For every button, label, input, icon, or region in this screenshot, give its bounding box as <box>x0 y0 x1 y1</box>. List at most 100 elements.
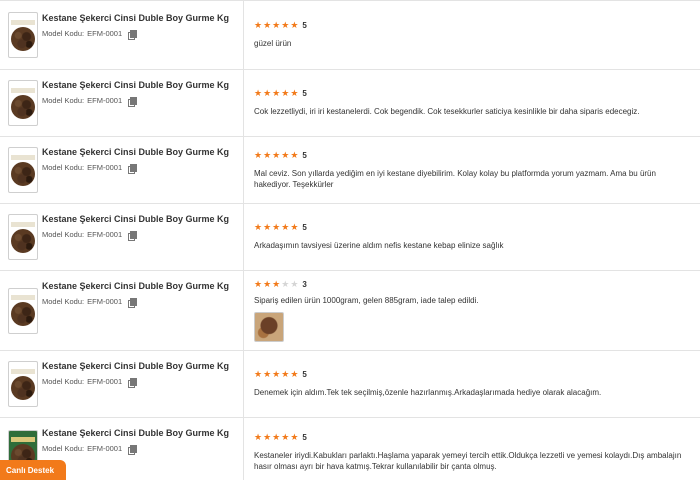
reviews-table: Kestane Şekerci Cinsi Duble Boy Gurme Kg… <box>0 0 700 480</box>
star-icon: ★ <box>272 222 281 232</box>
review-row: Kestane Şekerci Cinsi Duble Boy Gurme Kg… <box>0 70 700 137</box>
star-icon: ★ <box>272 88 281 98</box>
star-icon: ★ <box>254 369 263 379</box>
product-title[interactable]: Kestane Şekerci Cinsi Duble Boy Gurme Kg <box>42 80 229 90</box>
copy-icon[interactable] <box>128 163 138 174</box>
rating: ★ ★ ★ ★ ★ 5 <box>254 370 700 380</box>
star-icon: ★ <box>263 369 272 379</box>
review-row: Kestane Şekerci Cinsi Duble Boy Gurme Kg… <box>0 418 700 480</box>
model-code: Model Kodu: EFM-0001 <box>42 444 229 455</box>
product-title[interactable]: Kestane Şekerci Cinsi Duble Boy Gurme Kg <box>42 281 229 291</box>
product-thumbnail[interactable] <box>8 361 38 407</box>
product-thumbnail[interactable] <box>8 214 38 260</box>
rating: ★ ★ ★ ★ ★ 3 <box>254 278 700 289</box>
review-cell: ★ ★ ★ ★ ★ 5 güzel ürün <box>244 1 700 69</box>
star-icon: ★ <box>290 369 299 379</box>
star-icon: ★ <box>281 149 290 160</box>
product-cell: Kestane Şekerci Cinsi Duble Boy Gurme Kg… <box>0 70 244 136</box>
product-title[interactable]: Kestane Şekerci Cinsi Duble Boy Gurme Kg <box>42 13 229 23</box>
copy-icon[interactable] <box>128 96 138 107</box>
model-code: Model Kodu: EFM-0001 <box>42 377 229 388</box>
review-comment: Sipariş edilen ürün 1000gram, gelen 885g… <box>254 295 479 305</box>
product-title[interactable]: Kestane Şekerci Cinsi Duble Boy Gurme Kg <box>42 147 229 157</box>
star-icon: ★ <box>281 369 290 379</box>
live-support-button[interactable]: Canlı Destek <box>0 460 66 480</box>
model-code: Model Kodu: EFM-0001 <box>42 230 229 241</box>
product-cell: Kestane Şekerci Cinsi Duble Boy Gurme Kg… <box>0 204 244 270</box>
star-icon: ★ <box>254 149 263 160</box>
star-icon: ★ <box>254 222 263 232</box>
product-thumbnail[interactable] <box>8 287 38 334</box>
star-icon: ★ <box>272 20 281 30</box>
review-cell: ★ ★ ★ ★ ★ 5 Kestaneler iriydi.Kabukları parla… <box>244 418 700 480</box>
review-cell: ★ ★ ★ ★ ★ 5 Mal ceviz. Son yıllarda yediğim e… <box>244 137 700 203</box>
model-code: Model Kodu: EFM-0001 <box>42 29 229 40</box>
review-cell: ★ ★ ★ ★ ★ 5 Arkadaşımın tavsiyesi üzerine ald… <box>244 204 700 270</box>
star-icon: ★ <box>272 432 281 442</box>
product-cell: Kestane Şekerci Cinsi Duble Boy Gurme Kg… <box>0 137 244 203</box>
star-rating: ★ ★ ★ ★ ★ <box>254 149 298 160</box>
rating-value: 5 <box>302 370 307 379</box>
rating-value: 5 <box>302 21 307 30</box>
rating: ★ ★ ★ ★ ★ 5 <box>254 89 700 99</box>
star-icon: ★ <box>290 20 299 30</box>
star-icon: ★ <box>281 88 290 98</box>
review-cell: ★ ★ ★ ★ ★ 5 Cok lezzetliydi, iri iri kestanel… <box>244 70 700 136</box>
star-icon: ★ <box>263 278 272 289</box>
review-photo[interactable] <box>254 311 284 342</box>
star-icon: ★ <box>254 278 263 289</box>
star-icon: ★ <box>281 278 290 289</box>
star-icon: ★ <box>263 222 272 232</box>
star-icon: ★ <box>254 20 263 30</box>
rating: ★ ★ ★ ★ ★ 5 <box>254 223 700 233</box>
product-cell: Kestane Şekerci Cinsi Duble Boy Gurme Kg… <box>0 1 244 69</box>
product-title[interactable]: Kestane Şekerci Cinsi Duble Boy Gurme Kg <box>42 428 229 438</box>
review-cell: ★ ★ ★ ★ ★ 5 Denemek için aldım.Tek tek seçilm… <box>244 351 700 417</box>
rating-value: 5 <box>302 150 307 160</box>
star-icon: ★ <box>290 432 299 442</box>
product-title[interactable]: Kestane Şekerci Cinsi Duble Boy Gurme Kg <box>42 214 229 224</box>
rating: ★ ★ ★ ★ ★ 5 <box>254 149 700 160</box>
star-rating: ★ ★ ★ ★ ★ <box>254 21 298 30</box>
copy-icon[interactable] <box>128 377 138 388</box>
star-rating: ★ ★ ★ ★ ★ <box>254 89 298 98</box>
star-rating: ★ ★ ★ ★ ★ <box>254 433 298 442</box>
product-thumbnail[interactable] <box>8 80 38 126</box>
review-comment: Kestaneler iriydi.Kabukları parlaktı.Haş… <box>254 451 682 471</box>
star-icon: ★ <box>272 278 281 289</box>
star-rating: ★ ★ ★ ★ ★ <box>254 223 298 232</box>
star-rating: ★ ★ ★ ★ ★ <box>254 278 299 289</box>
star-icon: ★ <box>290 278 299 289</box>
star-rating: ★ ★ ★ ★ ★ <box>254 370 298 379</box>
star-icon: ★ <box>263 432 272 442</box>
rating-value: 5 <box>302 89 307 98</box>
review-row: Kestane Şekerci Cinsi Duble Boy Gurme Kg… <box>0 271 700 351</box>
review-row: Kestane Şekerci Cinsi Duble Boy Gurme Kg… <box>0 351 700 418</box>
star-icon: ★ <box>290 88 299 98</box>
product-thumbnail[interactable] <box>8 12 38 58</box>
star-icon: ★ <box>263 149 272 160</box>
rating-value: 5 <box>302 433 307 442</box>
copy-icon[interactable] <box>128 444 138 455</box>
star-icon: ★ <box>263 20 272 30</box>
review-comment: Mal ceviz. Son yıllarda yediğim en iyi k… <box>254 168 656 189</box>
star-icon: ★ <box>272 369 281 379</box>
product-thumbnail[interactable] <box>8 147 38 193</box>
rating-value: 5 <box>302 223 307 232</box>
review-row: Kestane Şekerci Cinsi Duble Boy Gurme Kg… <box>0 137 700 204</box>
rating: ★ ★ ★ ★ ★ 5 <box>254 21 700 31</box>
model-code: Model Kodu: EFM-0001 <box>42 163 229 174</box>
product-title[interactable]: Kestane Şekerci Cinsi Duble Boy Gurme Kg <box>42 361 229 371</box>
review-comment: güzel ürün <box>254 39 292 48</box>
review-cell: ★ ★ ★ ★ ★ 3 Sipariş edilen ürün 1000gram, gel… <box>244 271 700 350</box>
star-icon: ★ <box>254 432 263 442</box>
star-icon: ★ <box>281 222 290 232</box>
star-icon: ★ <box>272 149 281 160</box>
review-comment: Arkadaşımın tavsiyesi üzerine aldım nefi… <box>254 241 504 250</box>
review-comment: Cok lezzetliydi, iri iri kestanelerdi. C… <box>254 107 640 116</box>
copy-icon[interactable] <box>128 230 138 241</box>
copy-icon[interactable] <box>128 297 138 308</box>
star-icon: ★ <box>281 432 290 442</box>
product-cell: Kestane Şekerci Cinsi Duble Boy Gurme Kg… <box>0 351 244 417</box>
copy-icon[interactable] <box>128 29 138 40</box>
